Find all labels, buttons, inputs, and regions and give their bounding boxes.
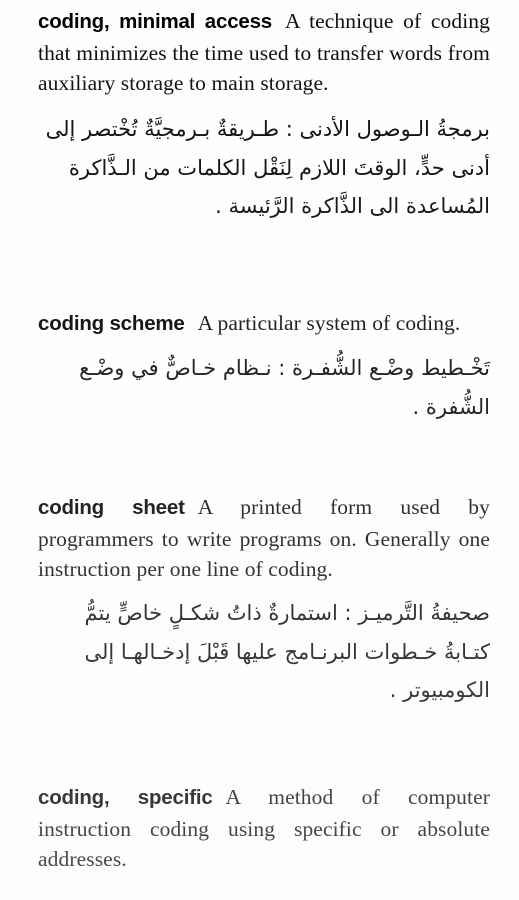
entry-english-definition: A particular system of coding.: [197, 311, 461, 335]
scan-speck-artifact: [235, 607, 238, 610]
entry-arabic-line: كتـابةُ خـطوات البرنـامج عليها قَبْلَ إد…: [84, 639, 490, 664]
dictionary-entry: coding sheet A printed form used by progr…: [38, 492, 490, 709]
dictionary-entry: coding, specific A method of computer ins…: [38, 782, 490, 875]
dictionary-page: coding, minimal access A technique of cod…: [0, 0, 519, 900]
entry-arabic-line: الكومبيوتر .: [389, 677, 490, 702]
entry-arabic-line: أدنى حدٍّ، الوقتَ اللازم لِنَقْل الكلمات…: [68, 155, 490, 180]
entry-headword[interactable]: coding, specific: [38, 786, 213, 809]
entry-arabic-line: تَخْـطيط وضْـع الشُّفـرة : نـظام خـاصٌّ …: [79, 355, 490, 380]
entry-arabic-line: المُساعدة الى الذَّاكرة الرَّئيسة .: [215, 193, 490, 218]
dictionary-entry: coding scheme A particular system of codi…: [38, 308, 490, 426]
dictionary-entry: coding, minimal access A technique of cod…: [38, 6, 490, 225]
entry-headword[interactable]: coding sheet: [38, 496, 185, 519]
entry-english-block: coding, minimal access A technique of cod…: [38, 6, 490, 99]
entry-headword[interactable]: coding scheme: [38, 312, 185, 335]
entry-arabic-line: صحيفةُ التَّرميـز : استمارةٌ ذاتُ شكـلٍ …: [84, 600, 490, 625]
entry-english-block: coding, specific A method of computer ins…: [38, 782, 490, 875]
entry-headword[interactable]: coding, minimal access: [38, 10, 272, 33]
entry-arabic-line: برمجةُ الـوصول الأدنى : طـريقةٌ بـرمجيَّ…: [45, 116, 490, 141]
entry-arabic-line: الشُّفرة .: [412, 394, 490, 419]
entry-english-block: coding sheet A printed form used by progr…: [38, 492, 490, 585]
entry-english-block: coding scheme A particular system of codi…: [38, 308, 490, 340]
